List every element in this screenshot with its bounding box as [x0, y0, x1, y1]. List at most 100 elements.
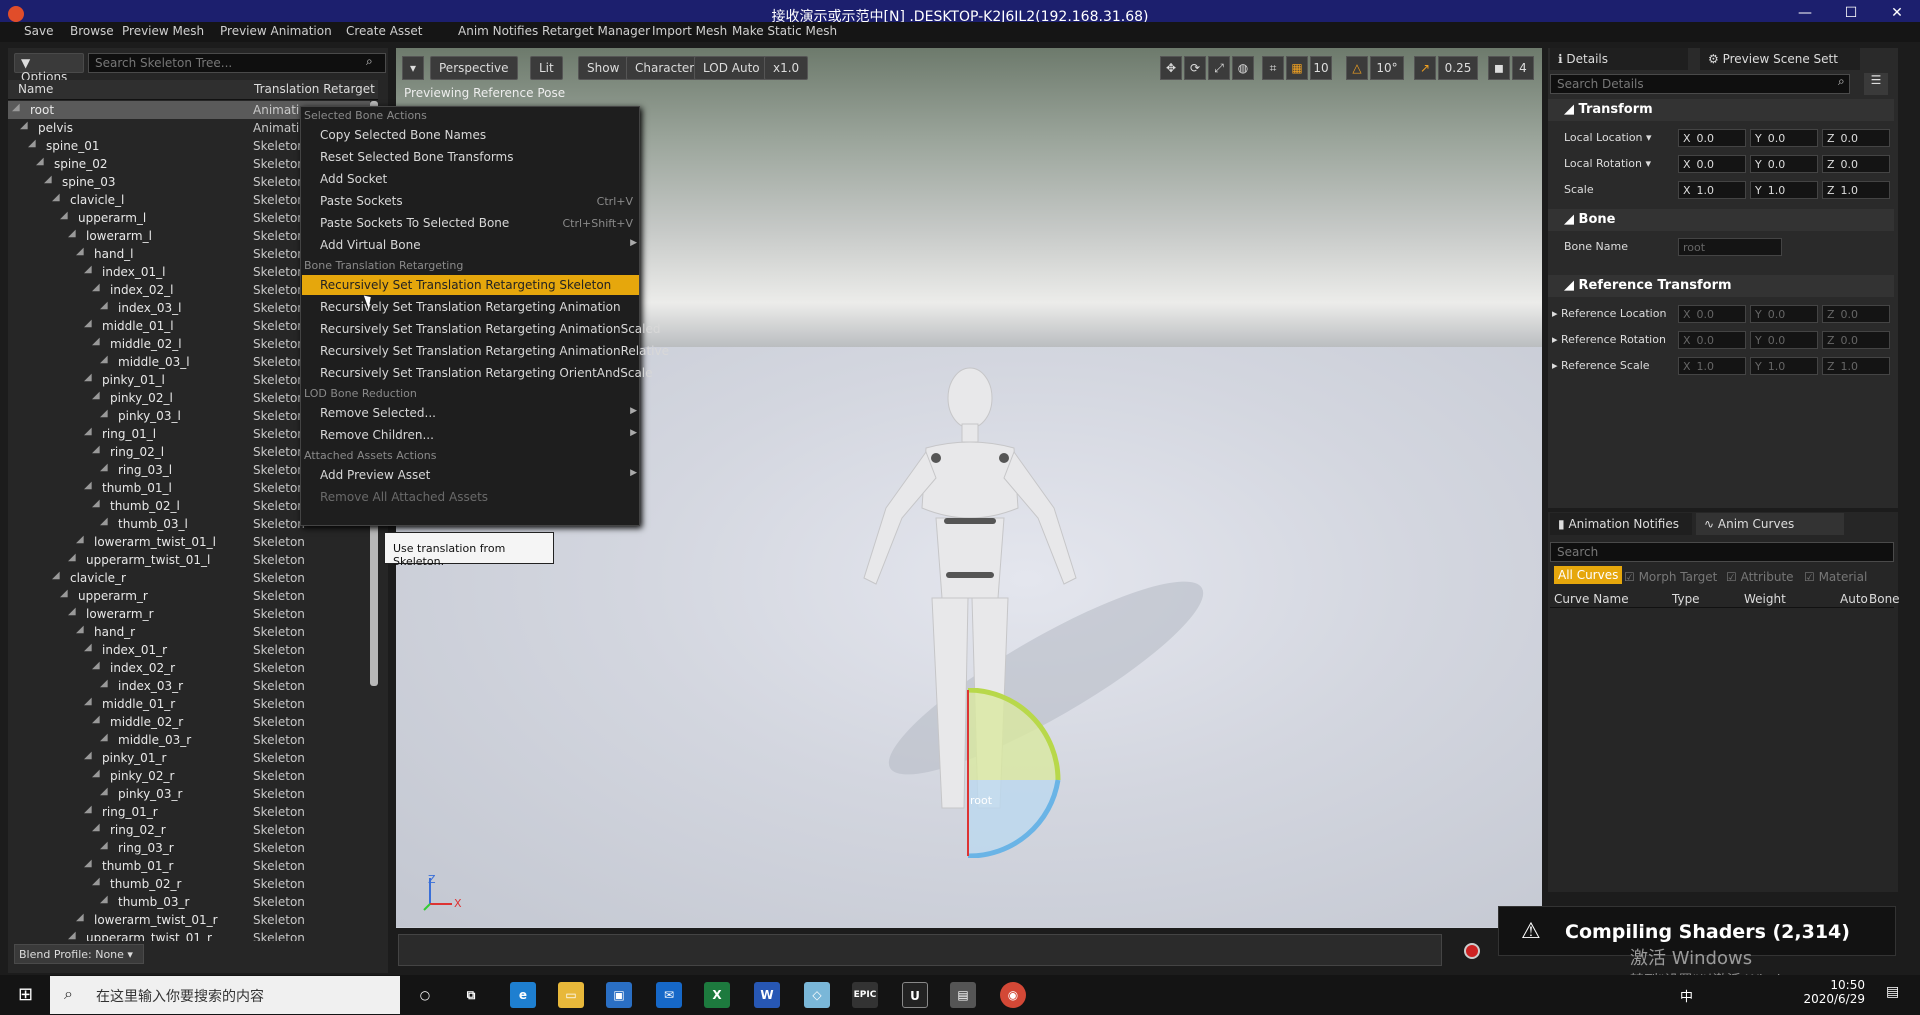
- menu-item[interactable]: Paste Sockets To Selected Bone Ctrl+Shift…: [302, 213, 639, 233]
- menu-item[interactable]: Copy Selected Bone Names: [302, 125, 639, 145]
- expand-icon[interactable]: ◢: [52, 570, 60, 581]
- bone-row[interactable]: ◢ ring_01_r Skeleton: [8, 803, 370, 821]
- expand-icon[interactable]: ◢: [60, 210, 68, 221]
- grid-snap-value[interactable]: 10: [1310, 56, 1332, 80]
- bone-row[interactable]: ◢ lowerarm_twist_01_l Skeleton: [8, 533, 370, 551]
- expand-icon[interactable]: ◢: [68, 552, 76, 563]
- column-translation-retarget[interactable]: Translation Retarget: [254, 82, 375, 96]
- bone-retarget-type[interactable]: Skeleton: [253, 733, 305, 747]
- vector-field-z[interactable]: Z 0.0: [1822, 129, 1890, 147]
- expand-icon[interactable]: ◢: [68, 606, 76, 617]
- cortana-icon[interactable]: ○: [412, 982, 438, 1008]
- notification-center-icon[interactable]: ▤: [1886, 984, 1899, 1000]
- menu-item[interactable]: Recursively Set Translation Retargeting …: [302, 297, 639, 317]
- scale-snap-value[interactable]: 0.25: [1438, 56, 1478, 80]
- show-button[interactable]: Show: [578, 56, 629, 80]
- menu-item[interactable]: Reset Selected Bone Transforms: [302, 147, 639, 167]
- expand-icon[interactable]: ◢: [28, 138, 36, 149]
- tab-preview-scene-settings[interactable]: ⚙ Preview Scene Sett: [1700, 48, 1860, 70]
- bone-retarget-type[interactable]: Skeleton: [253, 697, 305, 711]
- bone-row[interactable]: ◢ thumb_03_r Skeleton: [8, 893, 370, 911]
- menu-item[interactable]: Add Socket: [302, 169, 639, 189]
- expand-icon[interactable]: ◢: [52, 192, 60, 203]
- bone-retarget-type[interactable]: Skeleton: [253, 859, 305, 873]
- bone-retarget-type[interactable]: Skeleton: [253, 319, 305, 333]
- expand-icon[interactable]: ◢: [100, 408, 108, 419]
- bone-retarget-type[interactable]: Skeleton: [253, 211, 305, 225]
- ime-indicator[interactable]: 中: [1680, 986, 1693, 1005]
- rotation-gizmo[interactable]: [966, 688, 1086, 858]
- menu-item[interactable]: Recursively Set Translation Retargeting …: [302, 363, 653, 383]
- bone-retarget-type[interactable]: Skeleton: [253, 229, 305, 243]
- record-icon[interactable]: [1464, 943, 1480, 959]
- import-mesh-button[interactable]: Import Mesh: [652, 24, 727, 38]
- bone-retarget-type[interactable]: Skeleton: [253, 463, 305, 477]
- retarget-manager-button[interactable]: Retarget Manager: [542, 24, 650, 38]
- bone-retarget-type[interactable]: Skeleton: [253, 715, 305, 729]
- details-search-input[interactable]: Search Details: [1550, 74, 1850, 94]
- bone-retarget-type[interactable]: Skeleton: [253, 301, 305, 315]
- vector-field-y[interactable]: Y 0.0: [1750, 155, 1818, 173]
- expand-icon[interactable]: ◢: [20, 120, 28, 131]
- attribute-filter[interactable]: ☑ Attribute: [1726, 570, 1794, 584]
- expand-icon[interactable]: ◢: [68, 930, 76, 941]
- epic-games-icon[interactable]: EPIC: [852, 982, 878, 1008]
- bone-retarget-type[interactable]: Skeleton: [253, 643, 305, 657]
- expand-icon[interactable]: ◢: [84, 696, 92, 707]
- windows-start-icon[interactable]: ⊞: [18, 984, 33, 1005]
- all-curves-filter[interactable]: All Curves: [1554, 566, 1623, 584]
- create-asset-button[interactable]: Create Asset: [346, 24, 423, 38]
- bone-retarget-type[interactable]: Skeleton: [253, 193, 305, 207]
- bone-row[interactable]: ◢ thumb_01_r Skeleton: [8, 857, 370, 875]
- anim-notifies-button[interactable]: Anim Notifies: [458, 24, 538, 38]
- bone-retarget-type[interactable]: Skeleton: [253, 607, 305, 621]
- expand-icon[interactable]: ◢: [92, 336, 100, 347]
- expand-icon[interactable]: ◢: [84, 642, 92, 653]
- bone-row[interactable]: ◢ clavicle_r Skeleton: [8, 569, 370, 587]
- bone-row[interactable]: ◢ middle_01_r Skeleton: [8, 695, 370, 713]
- bone-retarget-type[interactable]: Skeleton: [253, 787, 305, 801]
- col-curve-name[interactable]: Curve Name: [1554, 592, 1629, 606]
- camera-speed-value[interactable]: 4: [1512, 56, 1534, 80]
- expand-icon[interactable]: ◢: [92, 822, 100, 833]
- expand-icon[interactable]: ◢: [76, 534, 84, 545]
- scale-icon[interactable]: ⤢: [1208, 56, 1230, 80]
- expand-icon[interactable]: ◢: [76, 624, 84, 635]
- bone-row[interactable]: ◢ lowerarm_r Skeleton: [8, 605, 370, 623]
- rotation-snap-value[interactable]: 10°: [1370, 56, 1404, 80]
- expand-icon[interactable]: ◢: [84, 426, 92, 437]
- options-dropdown[interactable]: ▼ Options ▾: [14, 53, 84, 98]
- rotate-icon[interactable]: ⟳: [1184, 56, 1206, 80]
- bone-retarget-type[interactable]: Skeleton: [253, 409, 305, 423]
- preview-mesh-button[interactable]: Preview Mesh: [122, 24, 204, 38]
- browse-button[interactable]: Browse: [70, 24, 114, 38]
- bone-retarget-type[interactable]: Skeleton: [253, 535, 305, 549]
- bone-retarget-type[interactable]: Skeleton: [253, 175, 305, 189]
- curves-search-input[interactable]: Search: [1550, 542, 1894, 562]
- vector-field-x[interactable]: X 0.0: [1678, 129, 1746, 147]
- expand-icon[interactable]: ◢: [92, 714, 100, 725]
- scale-snap-icon[interactable]: ↗: [1414, 56, 1436, 80]
- expand-icon[interactable]: ◢: [92, 660, 100, 671]
- mail-icon[interactable]: ✉: [656, 982, 682, 1008]
- expand-icon[interactable]: ◢: [68, 228, 76, 239]
- bone-retarget-type[interactable]: Animatio: [253, 103, 307, 117]
- expand-icon[interactable]: ◢: [100, 894, 108, 905]
- bone-retarget-type[interactable]: Skeleton: [253, 841, 305, 855]
- expand-icon[interactable]: ◢: [84, 264, 92, 275]
- chrome-icon[interactable]: ◉: [1000, 982, 1026, 1008]
- bone-retarget-type[interactable]: Skeleton: [253, 571, 305, 585]
- tab-details[interactable]: ℹ Details: [1550, 48, 1688, 70]
- expand-icon[interactable]: ◢: [100, 354, 108, 365]
- expand-icon[interactable]: ◢: [92, 876, 100, 887]
- store-icon[interactable]: ▣: [606, 982, 632, 1008]
- perspective-button[interactable]: Perspective: [430, 56, 518, 80]
- expand-icon[interactable]: ◢: [100, 840, 108, 851]
- lod-button[interactable]: LOD Auto: [694, 56, 769, 80]
- bone-row[interactable]: ◢ index_01_r Skeleton: [8, 641, 370, 659]
- bone-retarget-type[interactable]: Skeleton: [253, 247, 305, 261]
- bone-retarget-type[interactable]: Skeleton: [253, 805, 305, 819]
- bone-retarget-type[interactable]: Skeleton: [253, 913, 305, 927]
- character-button[interactable]: Character: [626, 56, 704, 80]
- bone-row[interactable]: ◢ upperarm_twist_01_r Skeleton: [8, 929, 370, 941]
